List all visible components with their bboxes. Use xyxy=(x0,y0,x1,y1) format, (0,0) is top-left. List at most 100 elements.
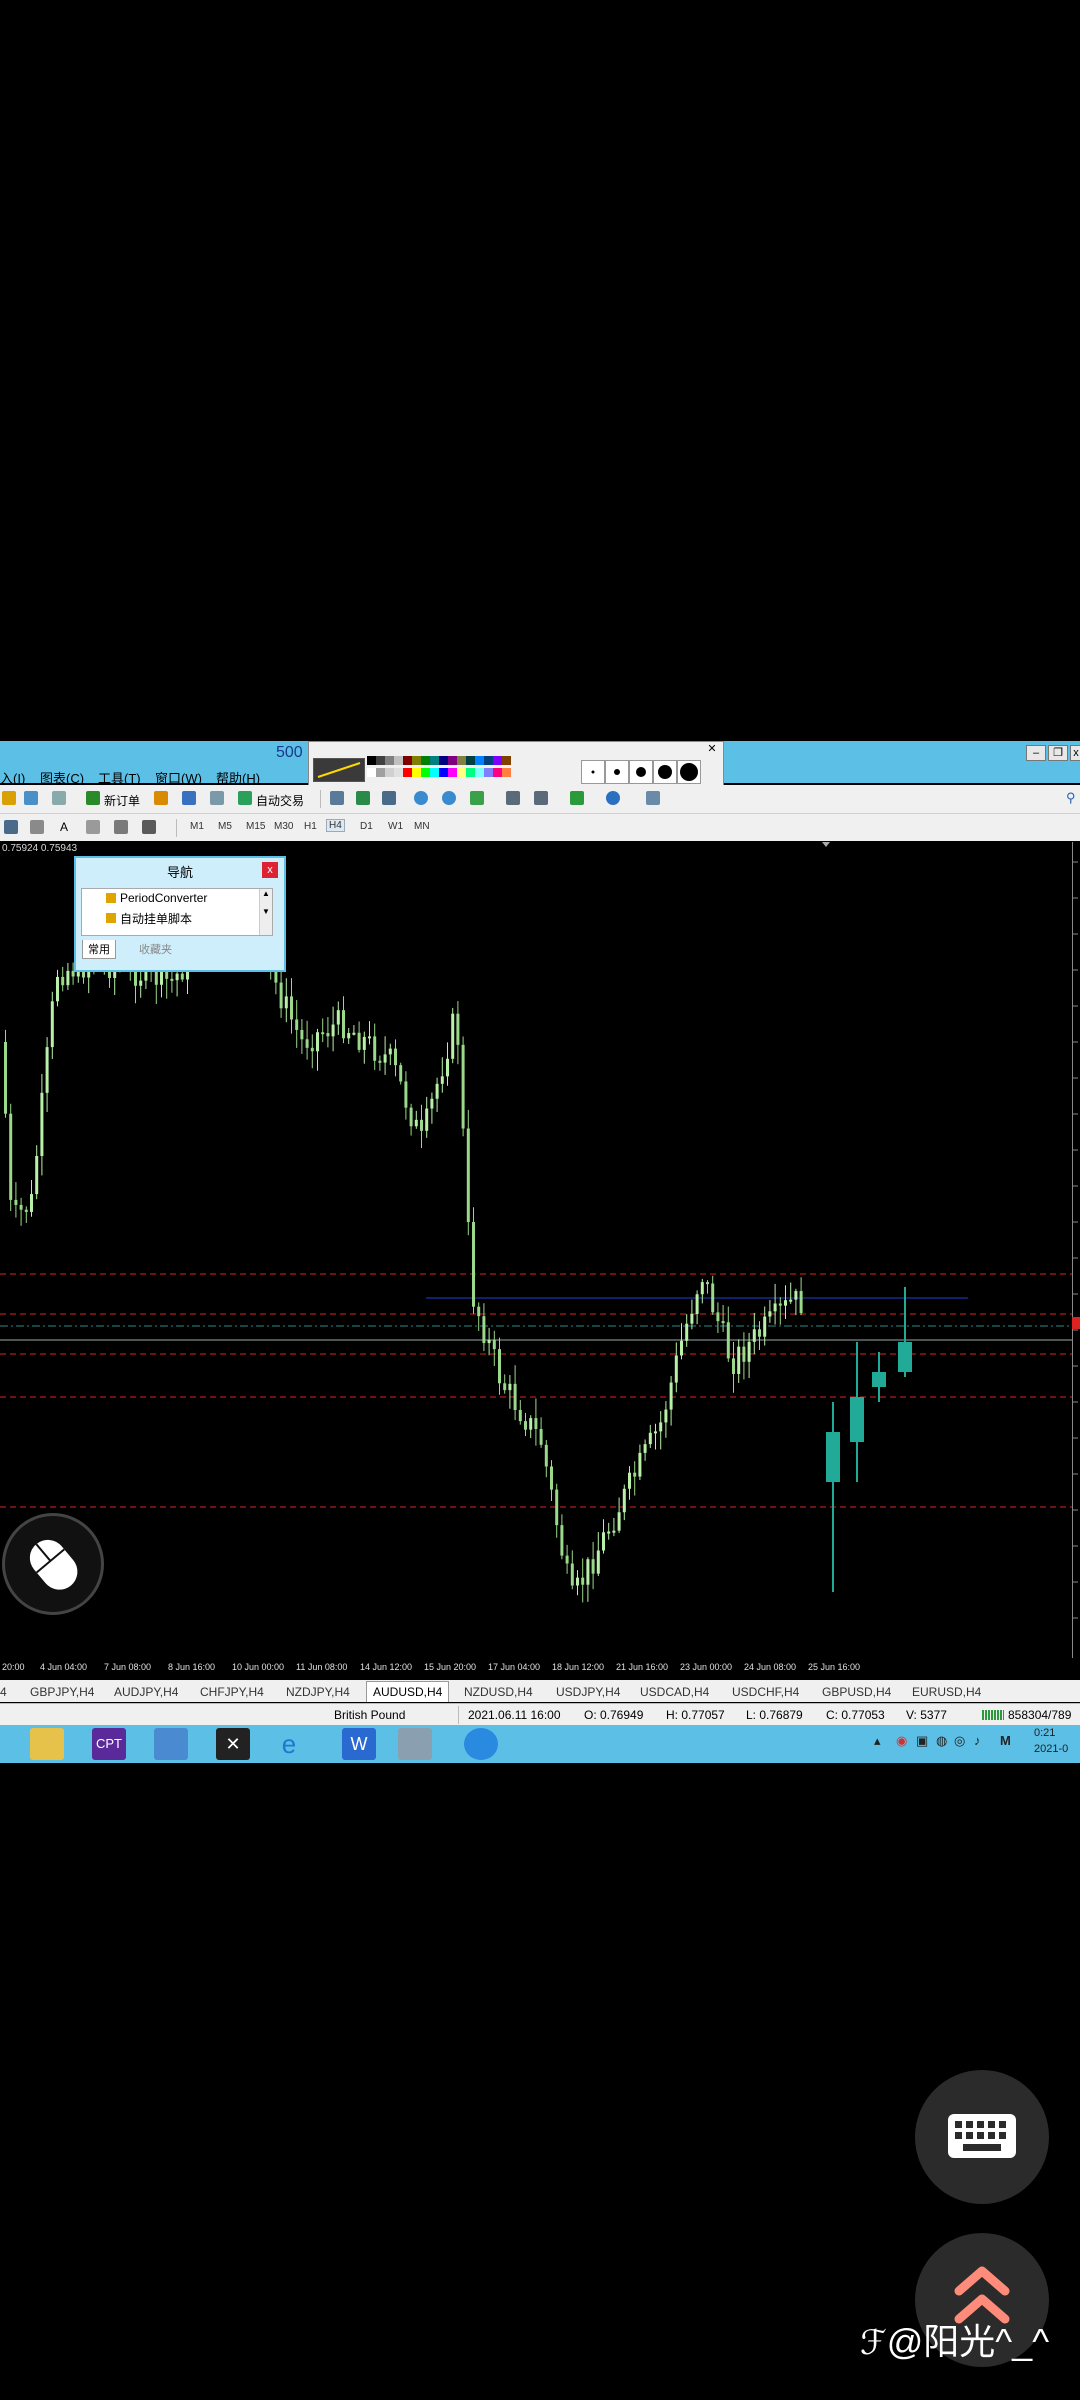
tray-app3-icon[interactable]: ◎ xyxy=(954,1733,965,1749)
color-swatch[interactable] xyxy=(493,768,502,777)
navigator-item-periodconverter[interactable]: PeriodConverter xyxy=(120,891,207,905)
zoom-in-icon[interactable] xyxy=(414,791,428,805)
label-tool-icon[interactable] xyxy=(86,820,100,834)
dot-size-5[interactable] xyxy=(677,760,701,784)
navigator-tab-favorites[interactable]: 收藏夹 xyxy=(134,940,177,958)
crosshair-icon[interactable] xyxy=(4,820,18,834)
new-order-icon[interactable] xyxy=(86,791,100,805)
chart-shift-icon[interactable] xyxy=(506,791,520,805)
color-swatch[interactable] xyxy=(448,756,457,765)
color-swatch[interactable] xyxy=(493,756,502,765)
color-swatch[interactable] xyxy=(385,756,394,765)
periods-icon[interactable] xyxy=(606,791,620,805)
color-swatch[interactable] xyxy=(502,768,511,777)
color-swatch[interactable] xyxy=(484,756,493,765)
dot-size-1[interactable] xyxy=(581,760,605,784)
navigator-scrollbar[interactable]: ▲ ▼ xyxy=(259,889,272,935)
color-swatch[interactable] xyxy=(484,768,493,777)
color-swatch[interactable] xyxy=(430,756,439,765)
color-swatch[interactable] xyxy=(421,756,430,765)
color-swatch[interactable] xyxy=(421,768,430,777)
navigator-tab-common[interactable]: 常用 xyxy=(82,940,116,959)
shapes-icon[interactable] xyxy=(114,820,128,834)
palette-close-icon[interactable]: ✕ xyxy=(704,742,720,756)
tray-speaker-icon[interactable]: ♪ xyxy=(974,1733,981,1748)
symbol-tab[interactable]: GBPUSD,H4 xyxy=(822,1685,891,1699)
tf-mn[interactable]: MN xyxy=(412,821,432,832)
candlestick-icon[interactable] xyxy=(356,791,370,805)
indicators-icon[interactable] xyxy=(570,791,584,805)
symbol-tab[interactable]: CHFJPY,H4 xyxy=(200,1685,264,1699)
profiles-icon[interactable] xyxy=(24,791,38,805)
color-swatch[interactable] xyxy=(412,756,421,765)
color-swatch[interactable] xyxy=(475,756,484,765)
tf-m15[interactable]: M15 xyxy=(244,821,267,832)
tray-app2-icon[interactable]: ◍ xyxy=(936,1733,947,1749)
tf-m5[interactable]: M5 xyxy=(216,821,234,832)
flags-app-icon[interactable] xyxy=(154,1728,188,1760)
search-icon[interactable]: ⚲ xyxy=(1066,790,1076,806)
navigation-app-icon[interactable] xyxy=(464,1728,498,1760)
cpt-app-icon[interactable]: CPT xyxy=(92,1728,126,1760)
tray-ime-indicator[interactable]: M xyxy=(1000,1733,1011,1748)
autoscroll-icon[interactable] xyxy=(534,791,548,805)
keyboard-button[interactable] xyxy=(915,2070,1049,2204)
color-swatches[interactable] xyxy=(367,756,511,782)
navigator-item-auto-order[interactable]: 自动挂单脚本 xyxy=(120,910,192,927)
ie-browser-icon[interactable]: e xyxy=(272,1728,306,1760)
color-swatch[interactable] xyxy=(457,768,466,777)
zoom-out-icon[interactable] xyxy=(442,791,456,805)
color-swatch[interactable] xyxy=(475,768,484,777)
color-swatch[interactable] xyxy=(403,756,412,765)
dot-size-3[interactable] xyxy=(629,760,653,784)
color-swatch[interactable] xyxy=(403,768,412,777)
color-swatch[interactable] xyxy=(376,768,385,777)
auto-trade-button[interactable]: 自动交易 xyxy=(256,792,304,809)
x-app-icon[interactable]: ✕ xyxy=(216,1728,250,1760)
color-swatch[interactable] xyxy=(502,756,511,765)
color-swatch[interactable] xyxy=(367,768,376,777)
line-style-preview[interactable] xyxy=(313,758,365,782)
hline-icon[interactable] xyxy=(30,820,44,834)
symbol-tab[interactable]: NZDUSD,H4 xyxy=(464,1685,533,1699)
tf-h4[interactable]: H4 xyxy=(326,819,345,832)
symbol-tab[interactable]: 4 xyxy=(0,1685,7,1699)
wps-app-icon[interactable]: W xyxy=(342,1728,376,1760)
color-swatch[interactable] xyxy=(412,768,421,777)
tray-network-icon[interactable]: ◉ xyxy=(896,1733,907,1749)
arrows-icon[interactable] xyxy=(142,820,156,834)
zoom-icon[interactable] xyxy=(52,791,66,805)
color-swatch[interactable] xyxy=(394,756,403,765)
symbol-tab[interactable]: AUDJPY,H4 xyxy=(114,1685,178,1699)
tile-windows-icon[interactable] xyxy=(470,791,484,805)
dot-size-4[interactable] xyxy=(653,760,677,784)
tf-w1[interactable]: W1 xyxy=(386,821,405,832)
navigator-icon[interactable] xyxy=(182,791,196,805)
close-window-button[interactable]: x xyxy=(1070,745,1080,761)
auto-trade-icon[interactable] xyxy=(238,791,252,805)
color-swatch[interactable] xyxy=(385,768,394,777)
navigator-close-button[interactable]: x xyxy=(262,862,278,878)
restore-button[interactable]: ❐ xyxy=(1048,745,1068,761)
new-chart-icon[interactable] xyxy=(2,791,16,805)
symbol-tab[interactable]: USDCAD,H4 xyxy=(640,1685,709,1699)
color-swatch[interactable] xyxy=(466,756,475,765)
color-swatch[interactable] xyxy=(439,768,448,777)
symbol-tab-selected[interactable]: AUDUSD,H4 xyxy=(366,1681,450,1702)
line-chart-icon[interactable] xyxy=(382,791,396,805)
color-swatch[interactable] xyxy=(466,768,475,777)
color-swatch[interactable] xyxy=(439,756,448,765)
terminal-icon[interactable] xyxy=(210,791,224,805)
symbol-tab[interactable]: EURUSD,H4 xyxy=(912,1685,981,1699)
tf-h1[interactable]: H1 xyxy=(302,821,319,832)
color-swatch[interactable] xyxy=(376,756,385,765)
color-swatch[interactable] xyxy=(367,756,376,765)
color-swatch[interactable] xyxy=(394,768,403,777)
tray-app-icon[interactable]: ▣ xyxy=(916,1733,928,1749)
mt4-app-icon[interactable] xyxy=(398,1728,432,1760)
tf-m1[interactable]: M1 xyxy=(188,821,206,832)
tray-arrow-icon[interactable]: ▴ xyxy=(874,1733,881,1749)
tf-d1[interactable]: D1 xyxy=(358,821,375,832)
symbol-tab[interactable]: USDCHF,H4 xyxy=(732,1685,799,1699)
text-tool-icon[interactable]: A xyxy=(60,820,68,834)
